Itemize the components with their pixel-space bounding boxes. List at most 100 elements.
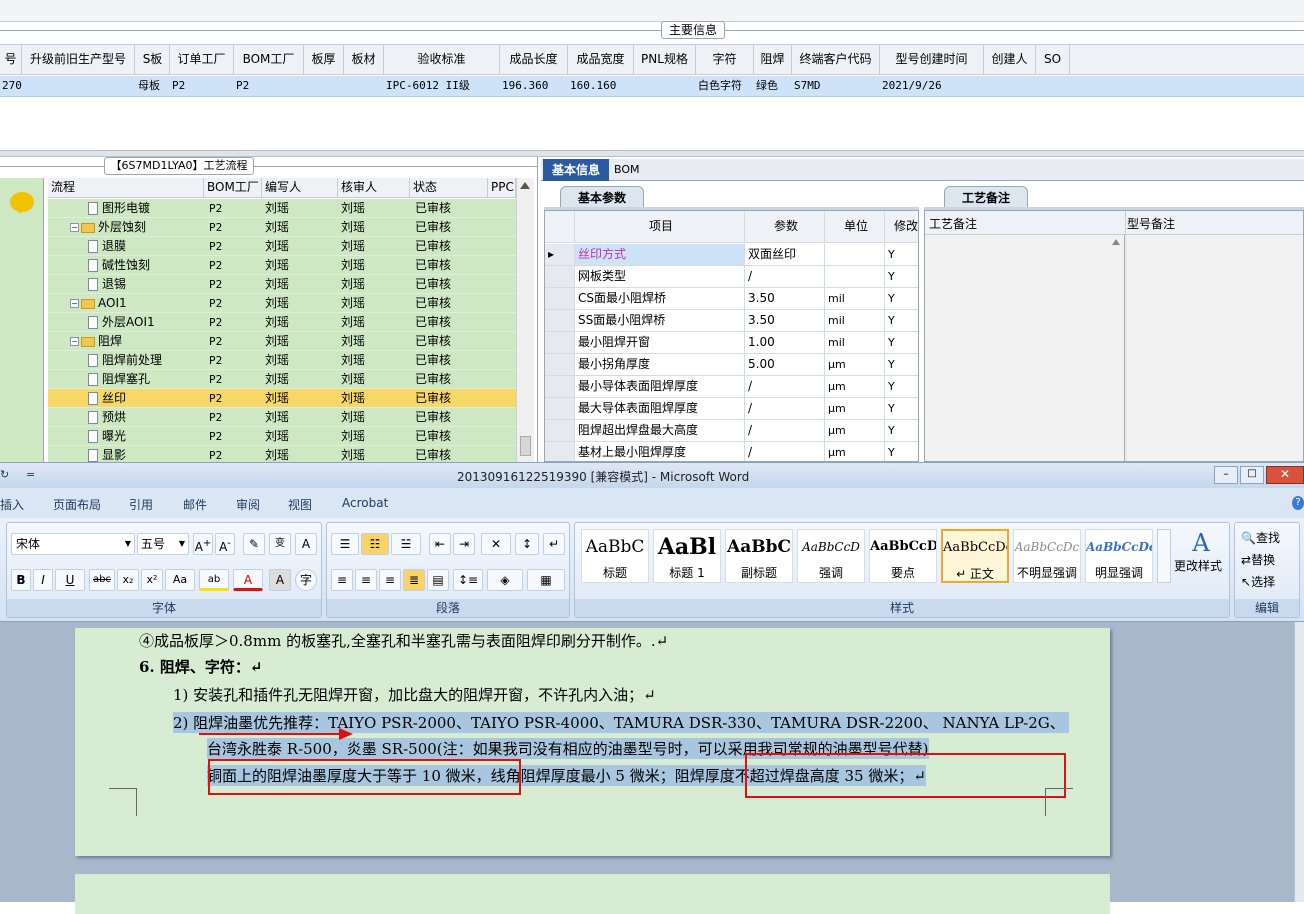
param-value[interactable]: / (745, 398, 825, 419)
multilevel-list-icon[interactable]: ☱ (391, 533, 421, 555)
tab-bom[interactable]: BOM (614, 159, 644, 181)
param-value[interactable]: / (745, 442, 825, 461)
maximize-icon[interactable]: □ (1240, 466, 1264, 484)
bold-icon[interactable]: B (11, 569, 31, 591)
bullets-icon[interactable]: ☰ (331, 533, 359, 555)
char-border-icon[interactable]: A (295, 533, 317, 555)
tree-col-header[interactable]: 流程 (48, 178, 204, 197)
tab-basic-info[interactable]: 基本信息 (543, 159, 609, 181)
params-col-header[interactable]: 参数 (745, 211, 825, 242)
process-scrollbar[interactable] (516, 178, 534, 462)
font-name-select[interactable]: 宋体 ▼ (11, 533, 135, 555)
italic-icon[interactable]: I (33, 569, 53, 591)
grid-col-header[interactable]: 字符 (696, 45, 754, 74)
ribbon-tab[interactable]: 页面布局 (53, 496, 101, 513)
char-shading-icon[interactable]: A (269, 569, 291, 591)
select-button[interactable]: ↖选择 (1241, 573, 1275, 590)
row-selector[interactable] (545, 420, 575, 441)
tree-row[interactable]: − 阻焊 P2 刘瑶 刘瑶 已审核 (48, 332, 516, 351)
tree-row[interactable]: 退膜 P2 刘瑶 刘瑶 已审核 (48, 237, 516, 256)
undo-icon[interactable]: ↻ (0, 468, 9, 481)
style-1[interactable]: AaBl 标题 1 (653, 529, 721, 583)
grid-col-header[interactable]: 验收标准 (384, 45, 500, 74)
grid-col-header[interactable]: 订单工厂 (170, 45, 234, 74)
superscript-icon[interactable]: x² (141, 569, 163, 591)
align-right-icon[interactable]: ≡ (379, 569, 401, 591)
change-case-icon[interactable]: Aa (165, 569, 195, 591)
params-row[interactable]: 网板类型 / Y (545, 266, 918, 288)
find-button[interactable]: 🔍查找 (1241, 529, 1280, 546)
document-page-2[interactable] (75, 874, 1110, 914)
document-scrollbar[interactable] (1294, 622, 1304, 902)
grid-col-header[interactable]: S板 (136, 45, 170, 74)
style-6[interactable]: AaBbCcDc 不明显强调 (1013, 529, 1081, 583)
top-grid-row[interactable]: 270 母板 P2 P2 IPC-6012 II级 196.360 160.160 白色字符 绿… (0, 76, 1304, 97)
params-row[interactable]: ▸ 丝印方式 双面丝印 Y (545, 244, 918, 266)
tree-col-header[interactable]: 状态 (410, 178, 488, 197)
params-col-header[interactable]: 单位 (825, 211, 885, 242)
param-value[interactable]: 3.50 (745, 310, 825, 331)
borders-icon[interactable]: ▦ (527, 569, 565, 591)
grid-col-header[interactable]: 号 (0, 45, 22, 74)
scroll-thumb[interactable] (520, 436, 531, 456)
params-row[interactable]: SS面最小阻焊桥 3.50 mil Y (545, 310, 918, 332)
asian-layout-icon[interactable]: ✕ (481, 533, 511, 555)
ribbon-tab[interactable]: 引用 (129, 496, 153, 513)
tree-col-header[interactable]: BOM工厂 (204, 178, 262, 197)
params-col-header[interactable]: 修改 (885, 211, 918, 242)
grow-font-icon[interactable]: A+ (193, 533, 213, 555)
subscript-icon[interactable]: x₂ (117, 569, 139, 591)
model-note-input[interactable] (1127, 235, 1303, 461)
decrease-indent-icon[interactable]: ⇤ (429, 533, 451, 555)
params-row[interactable]: 最小阻焊开窗 1.00 mil Y (545, 332, 918, 354)
ribbon-tab[interactable]: 审阅 (236, 496, 260, 513)
tree-row[interactable]: 碱性蚀刻 P2 刘瑶 刘瑶 已审核 (48, 256, 516, 275)
grid-col-header[interactable]: 创建人 (984, 45, 1036, 74)
param-value[interactable]: / (745, 420, 825, 441)
styles-scroll[interactable] (1157, 529, 1171, 583)
tree-col-header[interactable]: PPC (488, 178, 516, 197)
params-row[interactable]: 最大导体表面阻焊厚度 / μm Y (545, 398, 918, 420)
params-col-header[interactable] (545, 211, 575, 242)
row-selector[interactable] (545, 332, 575, 353)
params-row[interactable]: 最小拐角厚度 5.00 μm Y (545, 354, 918, 376)
process-note-input[interactable] (925, 235, 1125, 461)
row-selector[interactable] (545, 398, 575, 419)
row-selector[interactable] (545, 442, 575, 461)
document-page[interactable]: ④成品板厚＞0.8mm 的板塞孔,全塞孔和半塞孔需与表面阻焊印刷分开制作。.↵ … (75, 628, 1110, 856)
subtab-basic-params[interactable]: 基本参数 (560, 186, 644, 208)
param-value[interactable]: / (745, 266, 825, 287)
distribute-icon[interactable]: ▤ (427, 569, 449, 591)
tree-col-header[interactable]: 核审人 (338, 178, 410, 197)
numbering-icon[interactable]: ☷ (361, 533, 389, 555)
replace-button[interactable]: ⇄替换 (1241, 551, 1275, 568)
tree-row[interactable]: 曝光 P2 刘瑶 刘瑶 已审核 (48, 427, 516, 446)
params-row[interactable]: 阻焊超出焊盘最大高度 / μm Y (545, 420, 918, 442)
minimize-icon[interactable]: – (1214, 466, 1238, 484)
justify-icon[interactable]: ≣ (403, 569, 425, 591)
tree-row[interactable]: 外层AOI1 P2 刘瑶 刘瑶 已审核 (48, 313, 516, 332)
row-selector[interactable] (545, 288, 575, 309)
param-value[interactable]: 3.50 (745, 288, 825, 309)
row-selector[interactable] (545, 310, 575, 331)
params-row[interactable]: 最小导体表面阻焊厚度 / μm Y (545, 376, 918, 398)
align-center-icon[interactable]: ≡ (355, 569, 377, 591)
increase-indent-icon[interactable]: ⇥ (453, 533, 475, 555)
ribbon-tab[interactable]: 邮件 (183, 496, 207, 513)
param-value[interactable]: 5.00 (745, 354, 825, 375)
align-left-icon[interactable]: ≡ (331, 569, 353, 591)
grid-col-header[interactable]: 板材 (344, 45, 384, 74)
ribbon-tab[interactable]: 插入 (0, 496, 24, 513)
tree-row[interactable]: 预烘 P2 刘瑶 刘瑶 已审核 (48, 408, 516, 427)
panel-splitter[interactable] (0, 150, 1304, 157)
shrink-font-icon[interactable]: A- (215, 533, 235, 555)
subtab-process-notes[interactable]: 工艺备注 (944, 186, 1028, 208)
params-row[interactable]: CS面最小阻焊桥 3.50 mil Y (545, 288, 918, 310)
style-2[interactable]: AaBbC 副标题 (725, 529, 793, 583)
tree-row[interactable]: 阻焊前处理 P2 刘瑶 刘瑶 已审核 (48, 351, 516, 370)
font-color-icon[interactable]: A (233, 569, 263, 591)
grid-col-header[interactable]: 型号创建时间 (880, 45, 984, 74)
row-selector[interactable] (545, 266, 575, 287)
ribbon-tab[interactable]: Acrobat (342, 496, 388, 510)
comment-icon[interactable] (10, 192, 34, 214)
